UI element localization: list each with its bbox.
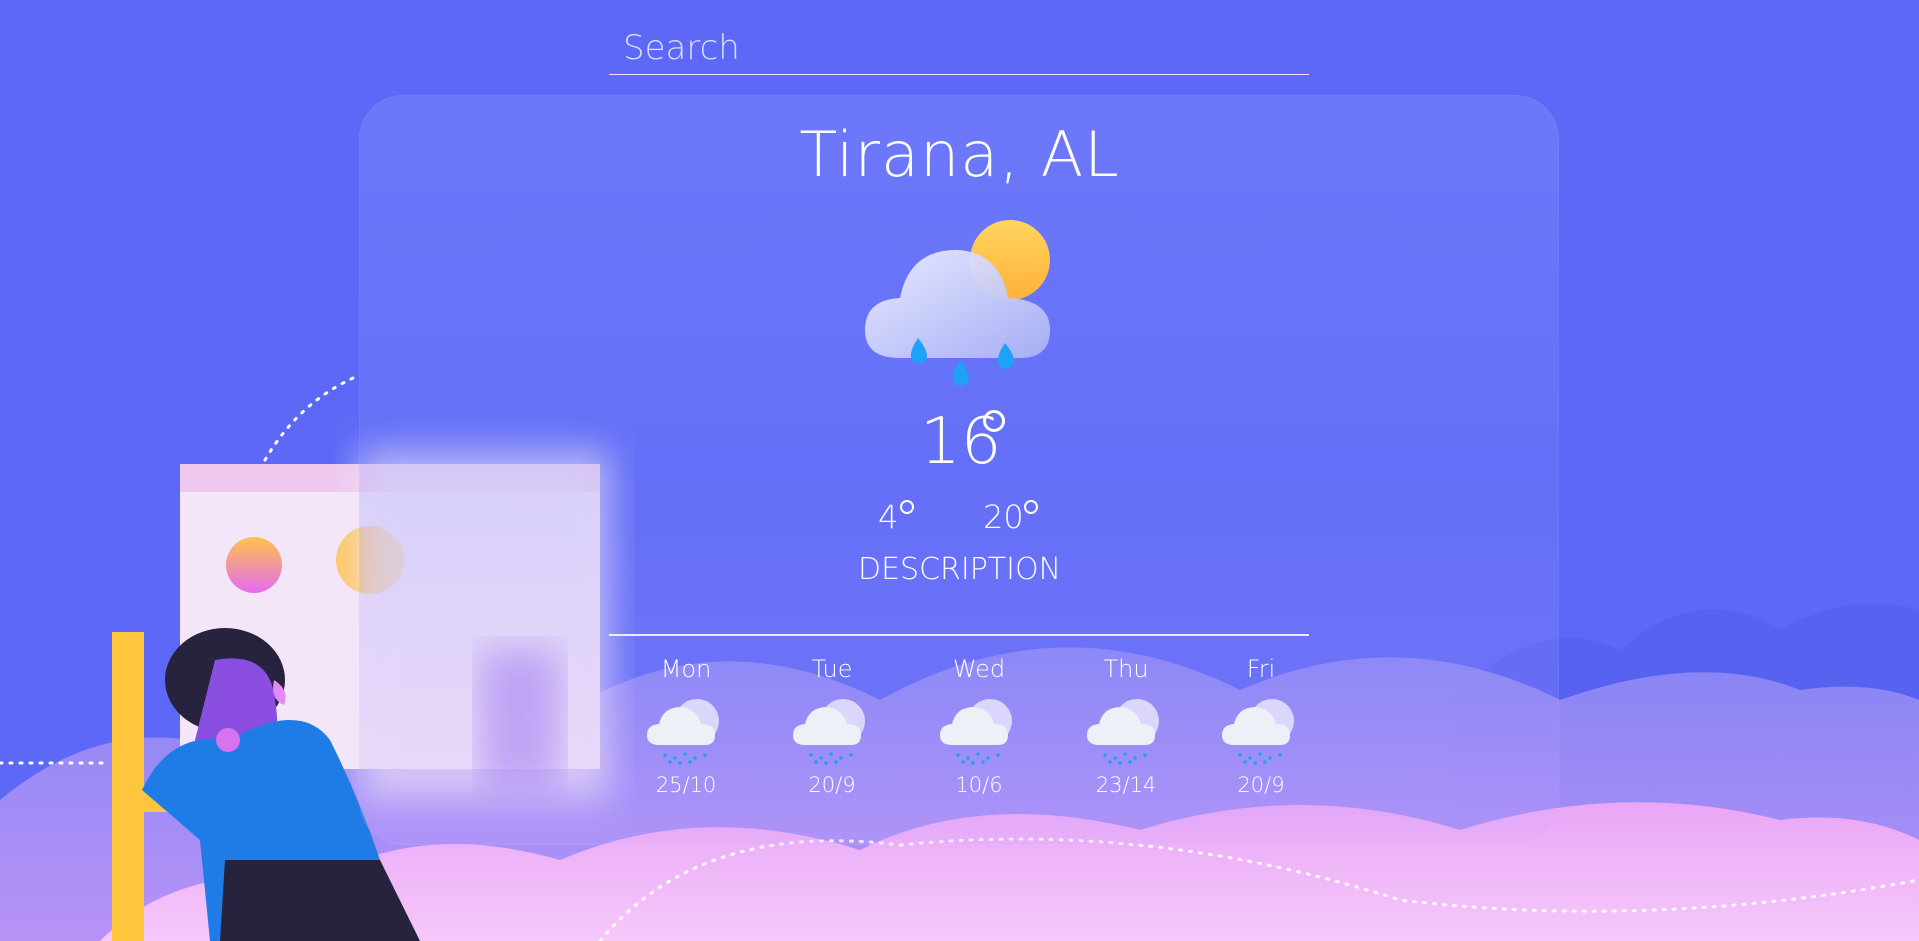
forecast-day-wed: Wed 10/6 <box>919 655 1039 797</box>
forecast-day-name: Mon <box>660 655 712 683</box>
snow-cloud-icon <box>1087 699 1159 765</box>
forecast-day-name: Wed <box>952 655 1006 683</box>
forecast-temp-range: 23/14 <box>1095 773 1157 797</box>
forecast-day-tue: Tue 20/9 <box>772 655 892 797</box>
search-bar <box>609 22 1309 75</box>
divider <box>609 634 1309 636</box>
forecast-day-name: Thu <box>1103 655 1149 683</box>
degree-symbol <box>983 410 1005 432</box>
search-input[interactable] <box>609 22 1309 74</box>
city-name: Tirana, AL <box>799 118 1120 191</box>
forecast-list: Mon 25/10 Tue 20/9 Wed 10/6 Thu 23/14 Fr… <box>609 655 1309 815</box>
forecast-day-name: Fri <box>1246 655 1276 683</box>
snow-cloud-icon <box>647 699 719 765</box>
max-temperature: 20 <box>983 498 1024 536</box>
snow-cloud-icon <box>793 699 865 765</box>
forecast-day-name: Tue <box>811 655 853 683</box>
forecast-day-mon: Mon 25/10 <box>626 655 746 797</box>
rain-cloud-sun-icon <box>865 220 1050 386</box>
min-temperature: 4 <box>878 498 899 536</box>
snow-cloud-icon <box>1222 699 1294 765</box>
degree-symbol <box>1024 500 1038 514</box>
degree-symbol <box>900 500 914 514</box>
snow-cloud-icon <box>940 699 1012 765</box>
forecast-temp-range: 20/9 <box>808 773 856 797</box>
forecast-temp-range: 10/6 <box>955 773 1003 797</box>
forecast-day-thu: Thu 23/14 <box>1066 655 1186 797</box>
forecast-temp-range: 20/9 <box>1237 773 1285 797</box>
forecast-temp-range: 25/10 <box>655 773 717 797</box>
forecast-day-fri: Fri 20/9 <box>1201 655 1321 797</box>
weather-description: DESCRIPTION <box>857 552 1062 587</box>
